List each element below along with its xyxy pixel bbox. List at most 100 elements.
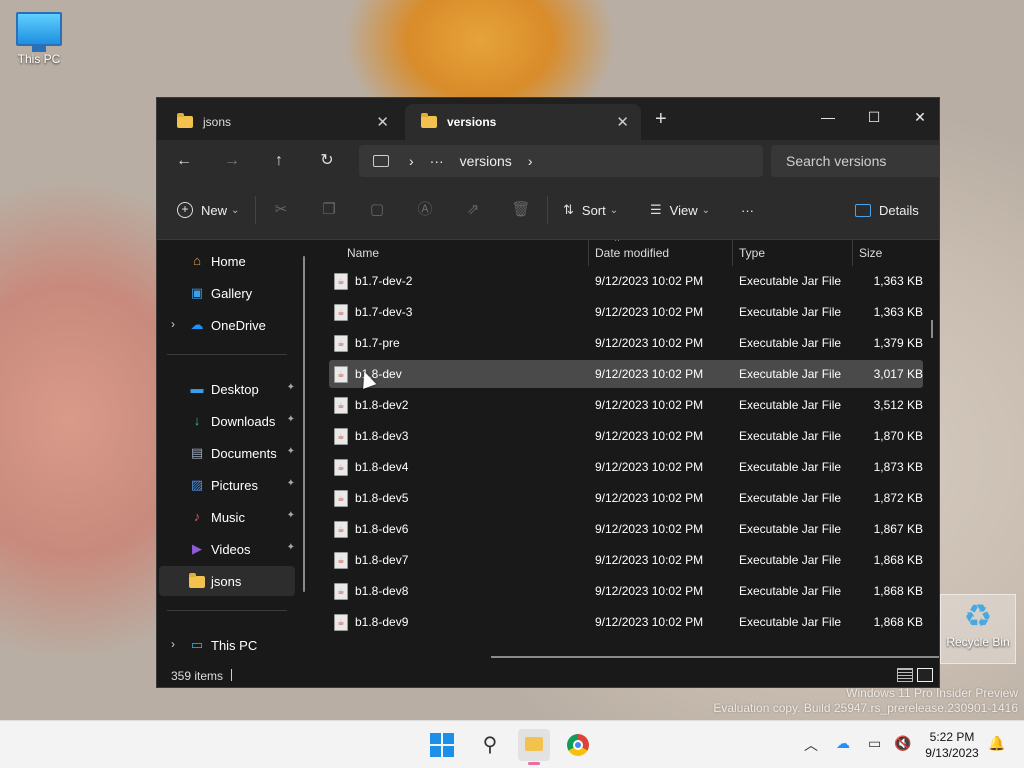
rename-icon[interactable]: Ⓐ [414, 199, 436, 221]
pin-icon[interactable]: ✦ [287, 382, 295, 393]
onedrive-tray-icon[interactable]: ☁ [836, 735, 850, 752]
videos-icon: ▶ [192, 541, 202, 556]
clock[interactable]: 5:22 PM 9/13/2023 [920, 729, 984, 761]
large-icons-view-icon[interactable] [917, 668, 933, 682]
volume-muted-icon[interactable]: 🔇 [894, 735, 911, 752]
sidebar-scrollbar[interactable] [303, 256, 305, 592]
jar-file-icon: ☕ [334, 614, 348, 631]
file-size: 1,868 KB [873, 584, 923, 598]
file-name: b1.8-dev4 [355, 460, 409, 474]
breadcrumb-ellipsis[interactable]: ··· [430, 153, 444, 169]
vertical-scrollbar[interactable] [931, 320, 933, 338]
details-button[interactable]: Details [855, 195, 919, 225]
column-date-modified[interactable]: Date modified [589, 240, 733, 266]
pin-icon[interactable]: ✦ [287, 542, 295, 553]
copy-icon[interactable]: ❐ [318, 199, 340, 221]
close-tab-icon[interactable]: ✕ [616, 113, 629, 131]
taskbar-file-explorer[interactable] [518, 729, 550, 765]
sidebar-item-desktop[interactable]: ▬ Desktop ✦ [159, 374, 296, 404]
table-row[interactable]: ☕ b1.8-dev8 9/12/2023 10:02 PM Executable J… [329, 577, 923, 605]
minimize-button[interactable]: — [805, 102, 851, 132]
details-view-icon[interactable] [897, 668, 913, 682]
column-size[interactable]: Size [853, 240, 939, 266]
sidebar-item-label: jsons [211, 573, 242, 589]
table-row[interactable]: ☕ b1.8-dev6 9/12/2023 10:02 PM Executable J… [329, 515, 923, 543]
file-type: Executable Jar File [739, 336, 842, 350]
breadcrumb-current[interactable]: versions [460, 153, 512, 169]
network-icon[interactable]: ▭ [868, 735, 881, 752]
view-button[interactable]: ☰ View ⌄ [650, 195, 710, 225]
new-button[interactable]: + New ⌄ [177, 195, 239, 225]
table-row[interactable]: ☕ b1.8-dev4 9/12/2023 10:02 PM Executable J… [329, 453, 923, 481]
tab-jsons[interactable]: jsons ✕ [161, 104, 401, 140]
chevron-right-icon[interactable]: › [171, 317, 175, 331]
sidebar-item-onedrive[interactable]: › ☁ OneDrive [159, 310, 295, 340]
table-row[interactable]: ☕ b1.8-dev3 9/12/2023 10:02 PM Executable J… [329, 422, 923, 450]
cut-icon[interactable]: ✂ [270, 199, 292, 221]
tab-versions[interactable]: versions ✕ [405, 104, 641, 140]
share-icon[interactable]: ⇗ [462, 199, 484, 221]
pin-icon[interactable]: ✦ [287, 478, 295, 489]
table-row[interactable]: ☕ b1.8-dev9 9/12/2023 10:02 PM Executable J… [329, 608, 923, 636]
sidebar-item-home[interactable]: ⌂ Home [159, 246, 295, 276]
taskbar-chrome[interactable] [562, 729, 594, 761]
horizontal-scrollbar[interactable] [491, 656, 939, 658]
sort-button[interactable]: ⇅ Sort ⌄ [563, 195, 618, 225]
pin-icon[interactable]: ✦ [287, 510, 295, 521]
table-row[interactable]: ☕ b1.7-dev-3 9/12/2023 10:02 PM Executable … [329, 298, 923, 326]
pin-icon[interactable]: ✦ [287, 446, 295, 457]
table-row[interactable]: ☕ b1.8-dev5 9/12/2023 10:02 PM Executable J… [329, 484, 923, 512]
table-row[interactable]: ☕ b1.8-dev7 9/12/2023 10:02 PM Executable J… [329, 546, 923, 574]
desktop-recycle-bin[interactable]: ♻ Recycle Bin [940, 594, 1016, 664]
close-tab-icon[interactable]: ✕ [376, 113, 389, 131]
notification-bell-icon[interactable]: 🔔 [988, 735, 1005, 752]
more-options-icon[interactable]: ··· [741, 195, 754, 225]
sidebar-item-label: Music [211, 509, 245, 525]
monitor-icon[interactable] [373, 155, 389, 167]
up-arrow-icon[interactable]: ↑ [264, 146, 294, 176]
sidebar-item-downloads[interactable]: ↓ Downloads ✦ [159, 406, 295, 436]
column-name-label: Name [347, 246, 380, 260]
search-input[interactable]: Search versions [771, 145, 939, 177]
sidebar-item-pictures[interactable]: ▨ Pictures ✦ [159, 470, 295, 500]
close-button[interactable]: ✕ [897, 102, 939, 132]
start-button[interactable] [430, 733, 454, 757]
file-size: 1,872 KB [873, 491, 923, 505]
table-row[interactable]: ☕ b1.7-dev-2 9/12/2023 10:02 PM Executable … [329, 267, 923, 295]
pin-icon[interactable]: ✦ [287, 414, 295, 425]
column-type[interactable]: Type [733, 240, 853, 266]
plus-icon[interactable]: + [655, 108, 667, 131]
chevron-up-icon[interactable]: ︿ [804, 735, 818, 755]
pictures-icon: ▨ [190, 477, 204, 492]
sidebar-item-jsons[interactable]: jsons [159, 566, 295, 596]
forward-arrow-icon[interactable]: → [217, 146, 247, 176]
table-row[interactable]: ☕ b1.8-dev 9/12/2023 10:02 PM Executable Ja… [329, 360, 923, 388]
table-row[interactable]: ☕ b1.7-pre 9/12/2023 10:02 PM Executable Ja… [329, 329, 923, 357]
maximize-button[interactable]: ☐ [851, 102, 897, 132]
jar-file-icon: ☕ [334, 490, 348, 507]
breadcrumb-chevron[interactable]: › [528, 153, 533, 169]
file-date-modified: 9/12/2023 10:02 PM [595, 522, 704, 536]
details-pane-icon [855, 203, 871, 217]
sidebar-item-music[interactable]: ♪ Music ✦ [159, 502, 295, 532]
chevron-down-icon: ⌄ [231, 204, 240, 216]
address-bar[interactable]: › ··· versions › [359, 145, 763, 177]
chevron-right-icon[interactable]: › [171, 637, 175, 651]
search-icon[interactable]: ⚲ [474, 729, 506, 761]
delete-icon[interactable]: 🗑 [510, 199, 532, 221]
sidebar-item-videos[interactable]: ▶ Videos ✦ [159, 534, 295, 564]
column-name[interactable]: Name [341, 240, 589, 266]
desktop-this-pc[interactable]: This PC [4, 10, 74, 66]
folder-icon [189, 573, 205, 589]
breadcrumb-chevron[interactable]: › [409, 153, 414, 169]
sidebar-item-label: Videos [211, 541, 251, 557]
refresh-icon[interactable]: ↻ [312, 146, 342, 176]
paste-icon[interactable]: ▢ [366, 199, 388, 221]
column-size-label: Size [859, 246, 883, 260]
sidebar-item-this-pc[interactable]: › ▭ This PC [159, 630, 295, 660]
sidebar-item-gallery[interactable]: ▣ Gallery [159, 278, 295, 308]
back-arrow-icon[interactable]: ← [169, 146, 199, 176]
table-row[interactable]: ☕ b1.8-dev2 9/12/2023 10:02 PM Executable J… [329, 391, 923, 419]
sidebar-item-documents[interactable]: ▤ Documents ✦ [159, 438, 295, 468]
taskbar: ⚲ ︿ ☁ ▭ 🔇 5:22 PM 9/13/2023 🔔 [0, 720, 1024, 768]
